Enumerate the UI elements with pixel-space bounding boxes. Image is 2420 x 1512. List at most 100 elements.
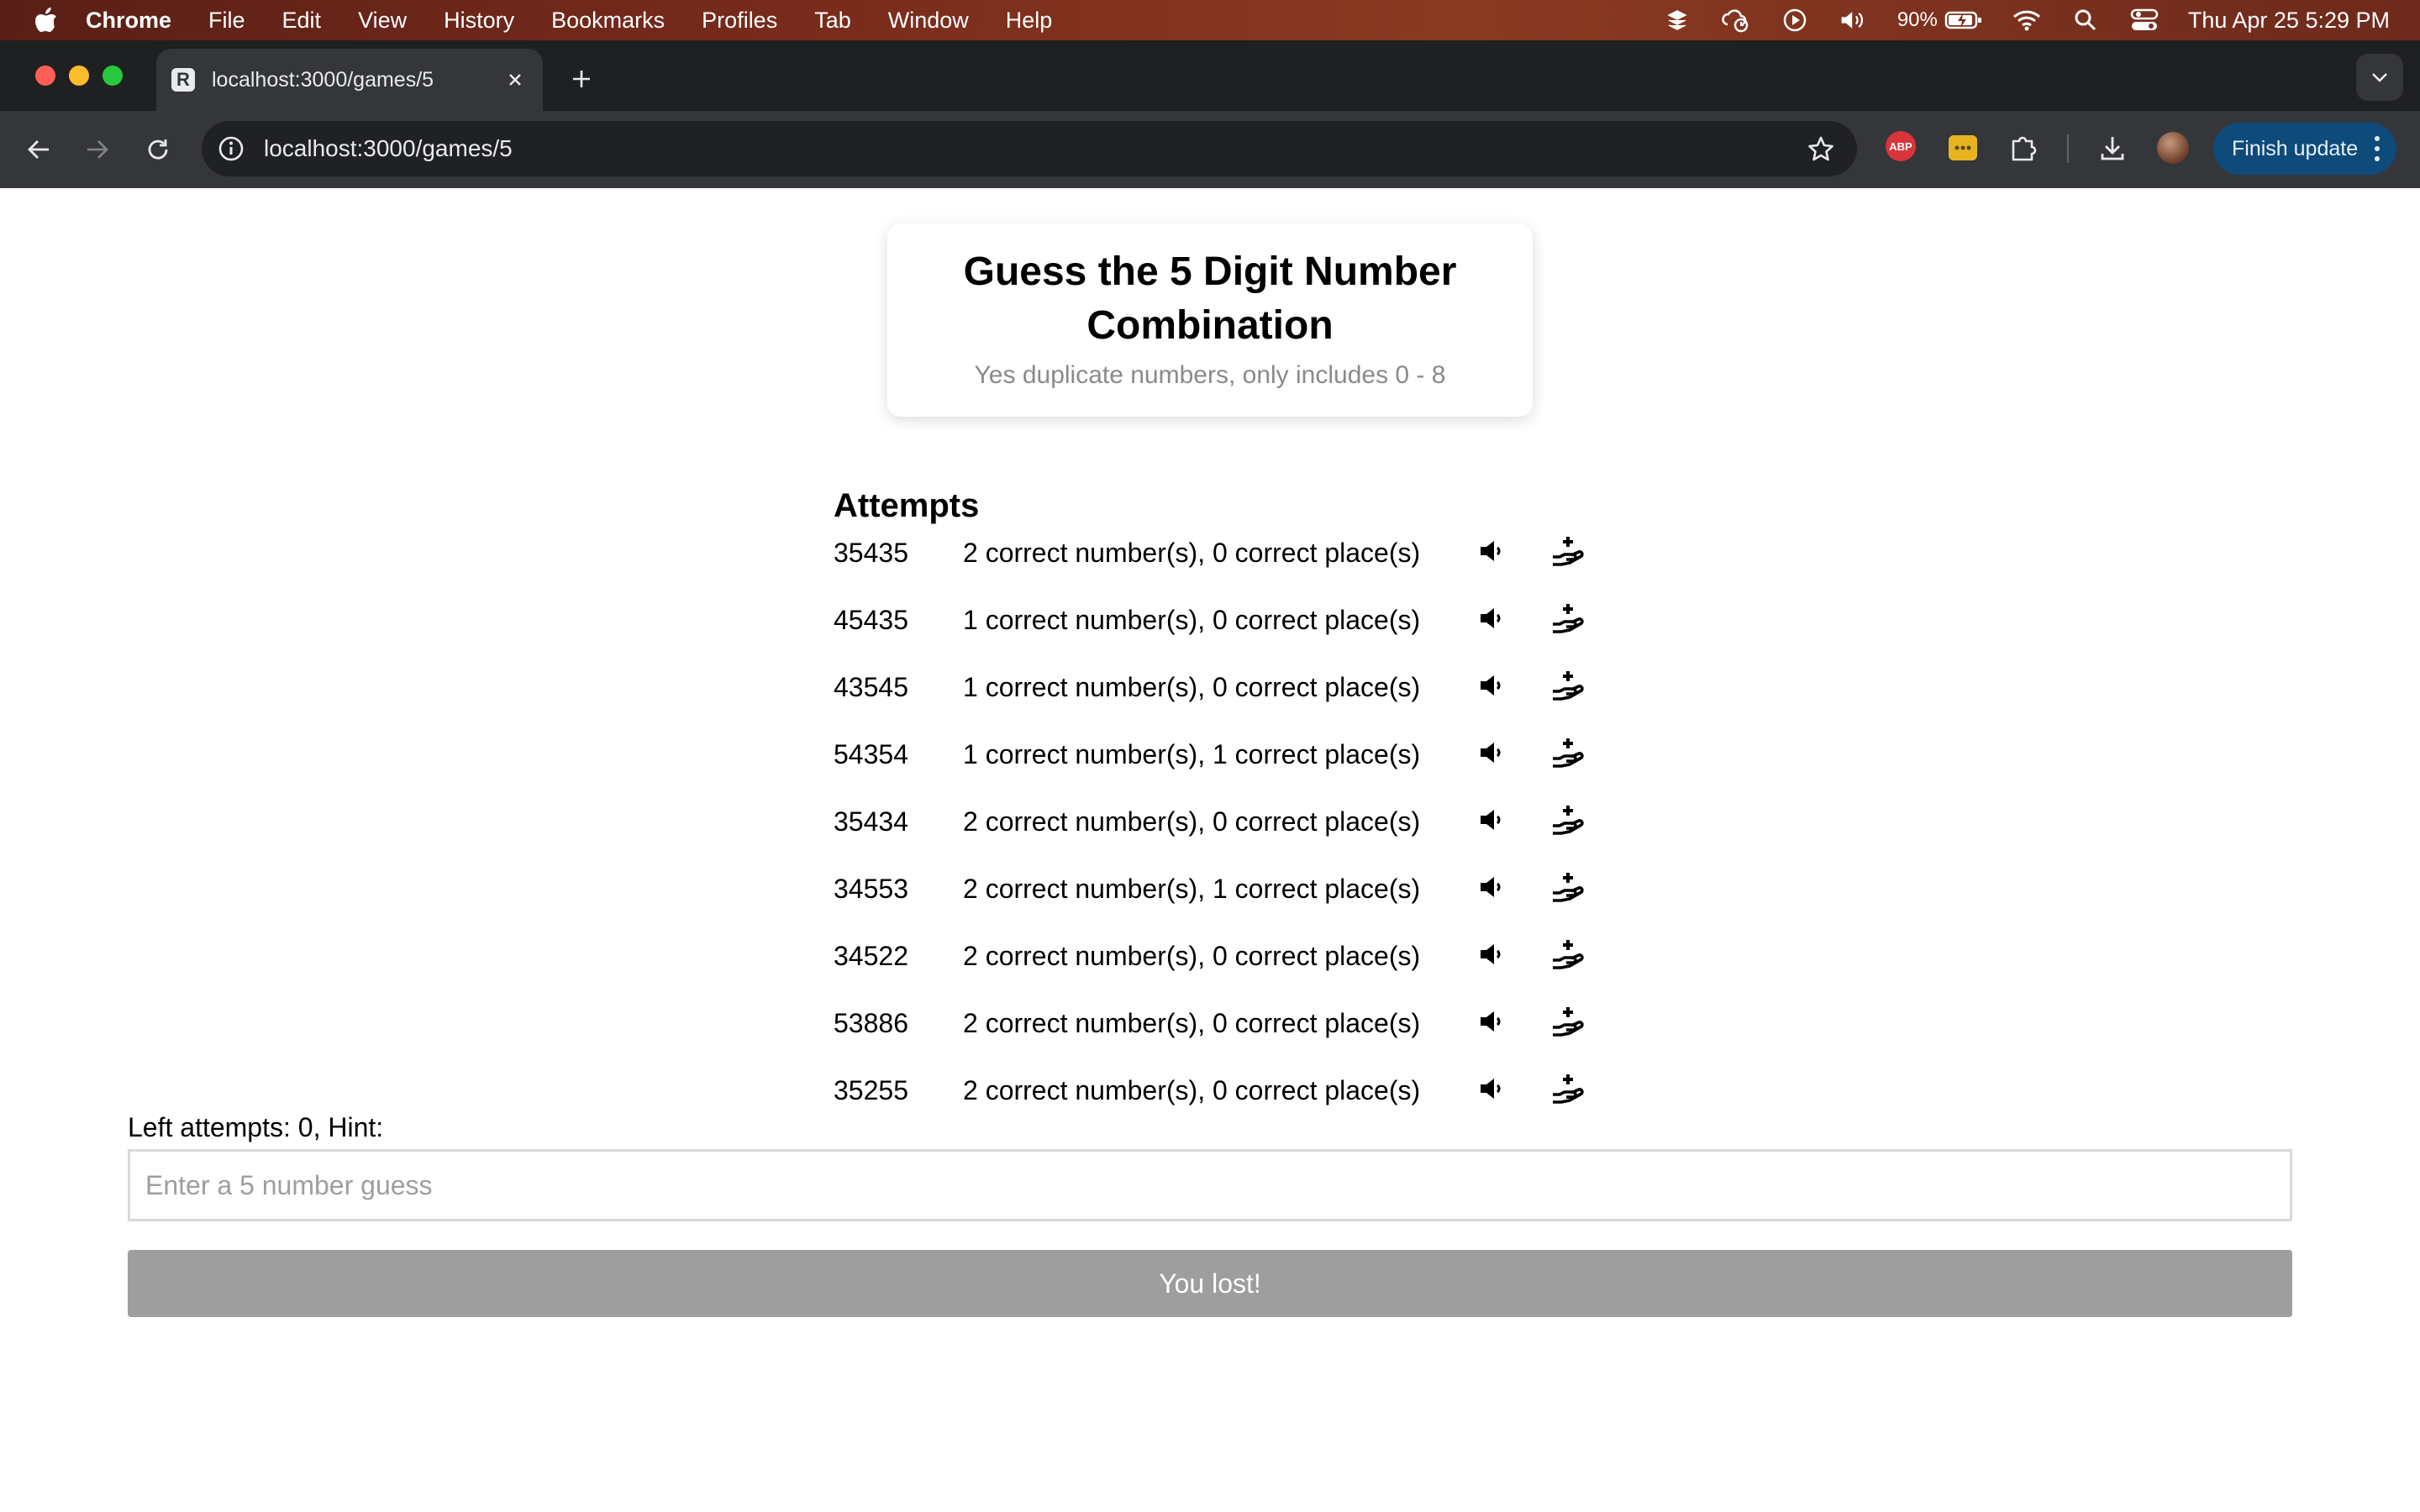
- menu-edit[interactable]: Edit: [282, 8, 322, 34]
- menu-profiles[interactable]: Profiles: [702, 8, 777, 34]
- menu-bookmarks[interactable]: Bookmarks: [551, 8, 665, 34]
- attempt-result: 1 correct number(s), 0 correct place(s): [963, 605, 1421, 635]
- speaker-icon[interactable]: [1474, 1005, 1507, 1038]
- attempt-result: 1 correct number(s), 1 correct place(s): [963, 739, 1421, 769]
- attempt-guess: 43545: [834, 672, 908, 702]
- menubar-status-area: 90% Thu Apr 25 5:29 PM: [1662, 0, 2390, 40]
- speaker-icon[interactable]: [1474, 1072, 1507, 1105]
- menu-view[interactable]: View: [358, 8, 407, 34]
- attempts-heading: Attempts: [834, 487, 980, 524]
- bookmark-star-icon[interactable]: [1805, 133, 1837, 165]
- back-arrow-icon[interactable]: [18, 129, 59, 170]
- active-tab[interactable]: R localhost:3000/games/5: [156, 49, 543, 111]
- hand-hint-icon[interactable]: [1549, 1070, 1586, 1107]
- hand-hint-icon[interactable]: [1549, 869, 1586, 906]
- attempt-guess: 45435: [834, 605, 908, 635]
- submit-guess-button[interactable]: You lost!: [128, 1250, 2292, 1317]
- speaker-icon[interactable]: [1474, 937, 1507, 971]
- attempt-result: 2 correct number(s), 0 correct place(s): [963, 806, 1421, 837]
- attempt-row: 45435 1 correct number(s), 0 correct pla…: [834, 593, 1674, 643]
- address-bar[interactable]: localhost:3000/games/5: [202, 121, 1857, 176]
- hand-hint-icon[interactable]: [1549, 936, 1586, 973]
- attempt-row: 34522 2 correct number(s), 0 correct pla…: [834, 929, 1674, 979]
- site-info-icon[interactable]: [215, 133, 247, 165]
- control-center-icon[interactable]: [2129, 8, 2160, 33]
- volume-icon[interactable]: [1839, 8, 1869, 33]
- speaker-icon[interactable]: [1474, 870, 1507, 904]
- attempt-guess: 34522: [834, 941, 908, 971]
- menubar-clock[interactable]: Thu Apr 25 5:29 PM: [2188, 8, 2390, 34]
- attempt-row: 35434 2 correct number(s), 0 correct pla…: [834, 795, 1674, 845]
- speaker-icon[interactable]: [1474, 803, 1507, 837]
- tab-title: localhost:3000/games/5: [212, 67, 434, 92]
- hand-hint-icon[interactable]: [1549, 1003, 1586, 1040]
- attempt-guess: 35434: [834, 806, 908, 837]
- wifi-icon[interactable]: [2012, 8, 2042, 33]
- attempt-guess: 34553: [834, 874, 908, 904]
- new-tab-plus-icon[interactable]: [563, 60, 600, 97]
- profile-avatar[interactable]: [2156, 131, 2190, 165]
- menu-file[interactable]: File: [208, 8, 245, 34]
- hand-hint-icon[interactable]: [1549, 667, 1586, 704]
- cloud-timer-icon[interactable]: [1721, 8, 1751, 33]
- extensions-puzzle-icon[interactable]: [2007, 131, 2040, 165]
- speaker-icon[interactable]: [1474, 534, 1507, 568]
- finish-update-button[interactable]: Finish update: [2213, 123, 2396, 175]
- adblock-plus-icon[interactable]: ABP: [1886, 131, 1916, 161]
- toolbar-separator: [2067, 134, 2069, 163]
- forward-arrow-icon[interactable]: [77, 129, 118, 170]
- battery-charging-icon[interactable]: [1944, 8, 1983, 33]
- hand-hint-icon[interactable]: [1549, 533, 1586, 570]
- remix-favicon-icon: R: [171, 68, 195, 92]
- hand-hint-icon[interactable]: [1549, 734, 1586, 771]
- apple-icon[interactable]: [30, 4, 62, 36]
- attempt-row: 35255 2 correct number(s), 0 correct pla…: [834, 1063, 1674, 1114]
- attempt-row: 43545 1 correct number(s), 0 correct pla…: [834, 660, 1674, 711]
- window-close-button[interactable]: [35, 66, 55, 86]
- url-text[interactable]: localhost:3000/games/5: [264, 135, 513, 162]
- game-header-card: Guess the 5 Digit Number Combination Yes…: [887, 223, 1533, 417]
- tab-close-icon[interactable]: [501, 66, 529, 94]
- attempt-result: 2 correct number(s), 0 correct place(s): [963, 941, 1421, 971]
- attempt-row: 53886 2 correct number(s), 0 correct pla…: [834, 996, 1674, 1047]
- attempt-result: 1 correct number(s), 0 correct place(s): [963, 672, 1421, 702]
- menu-window[interactable]: Window: [888, 8, 969, 34]
- game-title: Guess the 5 Digit Number Combination: [963, 249, 1457, 348]
- attempt-row: 54354 1 correct number(s), 1 correct pla…: [834, 727, 1674, 778]
- battery-percent: 90%: [1897, 8, 1938, 31]
- attempt-result: 2 correct number(s), 0 correct place(s): [963, 1008, 1421, 1038]
- speaker-icon[interactable]: [1474, 736, 1507, 769]
- reload-icon[interactable]: [138, 129, 178, 170]
- hand-hint-icon[interactable]: [1549, 600, 1586, 637]
- downloads-icon[interactable]: [2096, 131, 2129, 165]
- attempt-guess: 54354: [834, 739, 908, 769]
- menu-history[interactable]: History: [444, 8, 514, 34]
- menu-app-chrome[interactable]: Chrome: [86, 8, 171, 34]
- speaker-icon[interactable]: [1474, 669, 1507, 702]
- window-minimize-button[interactable]: [69, 66, 89, 86]
- menu-tab[interactable]: Tab: [814, 8, 851, 34]
- speaker-icon[interactable]: [1474, 601, 1507, 635]
- hand-hint-icon[interactable]: [1549, 801, 1586, 838]
- left-attempts-status: Left attempts: 0, Hint:: [128, 1112, 384, 1142]
- attempt-result: 2 correct number(s), 1 correct place(s): [963, 874, 1421, 904]
- more-menu-icon[interactable]: [2373, 136, 2381, 161]
- play-circle-icon[interactable]: [1780, 8, 1810, 33]
- menu-help[interactable]: Help: [1006, 8, 1053, 34]
- game-subtitle: Yes duplicate numbers, only includes 0 -…: [974, 361, 1446, 389]
- attempt-guess: 35255: [834, 1075, 908, 1105]
- macos-menubar: Chrome File Edit View History Bookmarks …: [0, 0, 2420, 40]
- attempt-row: 34553 2 correct number(s), 1 correct pla…: [834, 862, 1674, 912]
- finish-update-label: Finish update: [2232, 136, 2359, 160]
- yellow-extension-icon[interactable]: [1946, 131, 1980, 165]
- attempt-guess: 53886: [834, 1008, 908, 1038]
- window-maximize-button[interactable]: [103, 66, 123, 86]
- stack-app-icon[interactable]: [1662, 8, 1692, 33]
- attempt-row: 35435 2 correct number(s), 0 correct pla…: [834, 526, 1674, 576]
- attempt-result: 2 correct number(s), 0 correct place(s): [963, 1075, 1421, 1105]
- guess-input[interactable]: [128, 1149, 2292, 1221]
- tab-search-chevron-icon[interactable]: [2356, 54, 2403, 101]
- spotlight-search-icon[interactable]: [2070, 8, 2101, 33]
- attempt-result: 2 correct number(s), 0 correct place(s): [963, 538, 1421, 568]
- attempt-guess: 35435: [834, 538, 908, 568]
